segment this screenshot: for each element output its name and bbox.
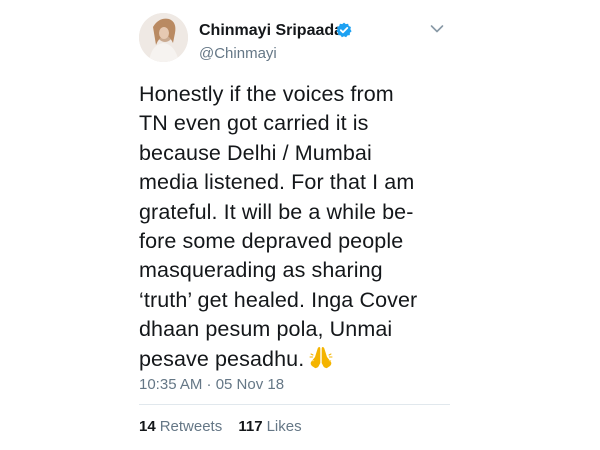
tweet-timestamp[interactable]: 10:35 AM · 05 Nov 18	[139, 376, 284, 393]
divider	[139, 404, 450, 405]
tweet-text-last-line: pesave pesadhu.	[139, 345, 459, 374]
likes-count: 117	[238, 418, 263, 435]
chevron-down-icon[interactable]	[430, 24, 444, 34]
likes-stat[interactable]: 117 Likes	[238, 418, 301, 435]
folded-hands-icon	[309, 346, 333, 368]
avatar[interactable]	[139, 13, 188, 62]
tweet-card: Chinmayi Sripaada @Chinmayi Honestly if …	[124, 0, 450, 450]
tweet-text: Honestly if the voices from TN even got …	[139, 80, 459, 374]
tweet-stats: 14 Retweets 117 Likes	[139, 418, 314, 435]
author-handle[interactable]: @Chinmayi	[199, 45, 277, 62]
verified-badge-icon	[336, 22, 352, 38]
tweet-text-line: TN even got carried it is	[139, 111, 369, 136]
tweet-text-line: because Delhi / Mumbai	[139, 140, 372, 165]
tweet-text-line: dhaan pesum pola, Unmai	[139, 317, 393, 342]
retweets-label: Retweets	[159, 418, 223, 435]
tweet-text-line: Honestly if the voices from	[139, 82, 394, 106]
tweet-text-line: masquerading as sharing	[139, 258, 383, 283]
likes-label: Likes	[266, 418, 302, 435]
retweets-stat[interactable]: 14 Retweets	[139, 418, 222, 435]
tweet-text-line: fore some depraved people	[139, 229, 404, 254]
tweet-text-line: media listened. For that I am	[139, 170, 415, 195]
tweet-text-line: pesave pesadhu.	[139, 346, 305, 371]
retweets-count: 14	[139, 418, 156, 435]
profile-photo-icon	[139, 13, 188, 62]
tweet-text-line: grateful. It will be a while be-	[139, 199, 414, 224]
tweet-text-line: ‘truth’ get healed. Inga Cover	[139, 287, 418, 312]
author-display-name[interactable]: Chinmayi Sripaada	[199, 22, 343, 40]
